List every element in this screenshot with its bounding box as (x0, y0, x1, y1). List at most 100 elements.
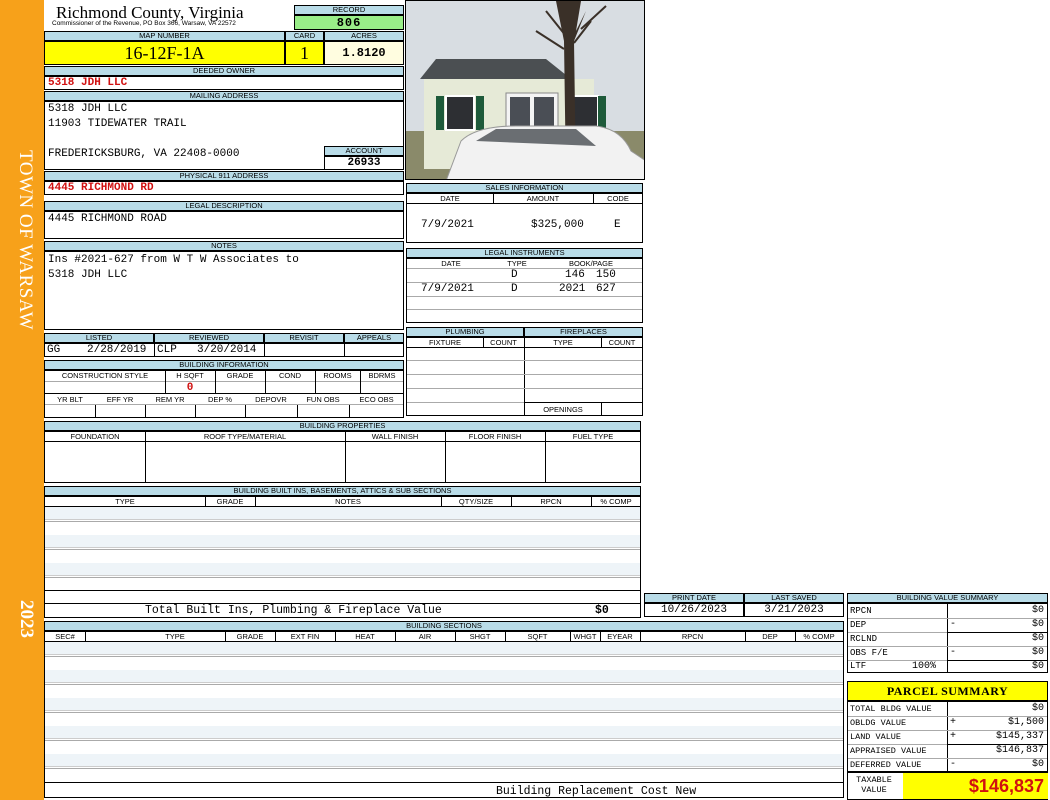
depovr-header: DEPOVR (255, 395, 287, 404)
ps-appraised-label: APPRAISED VALUE (850, 746, 927, 756)
sections-footer: Building Replacement Cost New (496, 785, 697, 798)
sec-sqft-header: SQFT (527, 632, 548, 641)
vs-obs-sign: - (950, 647, 957, 658)
plumbing-label: PLUMBING (406, 327, 524, 337)
sales-row-amount: $325,000 (531, 219, 584, 231)
ps-obldg-sign: + (950, 717, 957, 728)
sec-shgt-header: SHGT (469, 632, 491, 641)
ps-obldg-label: OBLDG VALUE (850, 718, 907, 728)
vs-rpcn-label: RPCN (850, 606, 872, 616)
parcel-summary-box: TOTAL BLDG VALUE OBLDG VALUE LAND VALUE … (847, 701, 1048, 772)
value-summary-box: RPCN DEP RCLND OBS F/E LTF 100% - - $0 $… (847, 603, 1048, 673)
sec-header: SEC# (55, 632, 75, 641)
vs-obs-value: $0 (1031, 647, 1044, 658)
deeded-owner-label: DEEDED OWNER (44, 66, 404, 76)
mailing-line-3: FREDERICKSBURG, VA 22408-0000 (48, 148, 240, 160)
ps-deferred-value: $0 (1031, 759, 1044, 770)
builtins-total-label: Total Built Ins, Plumbing & Fireplace Va… (145, 604, 442, 617)
vs-ltf-label: LTF (850, 661, 867, 671)
sec-eyear-header: EYEAR (607, 632, 633, 641)
building-sections-box: SEC# TYPE GRADE EXT FIN HEAT AIR SHGT SQ… (44, 631, 844, 798)
vs-obs-label: OBS F/E (850, 648, 888, 658)
vs-rpcn-value: $0 (1031, 605, 1044, 616)
review-row: GG 2/28/2019 CLP 3/20/2014 (44, 343, 404, 357)
mailing-line-1: 5318 JDH LLC (48, 103, 128, 115)
grade-header: GRADE (226, 371, 254, 380)
reviewed-by: CLP (157, 344, 177, 356)
instrument-row2-type: D (511, 283, 518, 295)
fixture-header: FIXTURE (428, 338, 462, 347)
taxable-value-box: TAXABLE VALUE $146,837 (847, 772, 1048, 800)
wall-finish-header: WALL FINISH (371, 432, 419, 441)
ps-deferred-sign: - (950, 759, 957, 770)
property-photo (405, 0, 645, 180)
appeals-label: APPEALS (344, 333, 404, 343)
taxable-label-line-1: TAXABLE (856, 775, 892, 785)
legal-instruments-box: DATE TYPE BOOK/PAGE D 146 150 7/9/2021 D… (406, 258, 643, 323)
instrument-row2-date: 7/9/2021 (421, 283, 474, 295)
builtins-qty-header: QTY/SIZE (458, 497, 494, 506)
builtins-total-value: $0 (595, 604, 609, 617)
account-label: ACCOUNT (324, 146, 404, 156)
builtins-box: TYPE GRADE NOTES QTY/SIZE RPCN % COMP To… (44, 496, 641, 618)
account-value: 26933 (324, 156, 404, 170)
listed-by: GG (47, 344, 61, 356)
parcel-summary-title: PARCEL SUMMARY (847, 681, 1048, 701)
physical-address-label: PHYSICAL 911 ADDRESS (44, 171, 404, 181)
listed-date: 2/28/2019 (87, 344, 147, 356)
plumbing-fireplaces-box: FIXTURE COUNT TYPE COUNT OPENINGS (406, 337, 643, 416)
instrument-row2-book: 2021 (559, 283, 586, 295)
rooms-header: ROOMS (323, 371, 352, 380)
sec-grade-header: GRADE (236, 632, 264, 641)
town-label: TOWN OF WARSAW (15, 150, 36, 331)
card-value: 1 (285, 41, 324, 65)
bdrms-header: BDRMS (368, 371, 396, 380)
sec-heat-header: HEAT (355, 632, 375, 641)
value-summary-label: BUILDING VALUE SUMMARY (847, 593, 1048, 603)
sec-air-header: AIR (418, 632, 432, 641)
sec-whgt-header: WHGT (573, 632, 597, 641)
fireplaces-label: FIREPLACES (524, 327, 643, 337)
fuel-type-header: FUEL TYPE (572, 432, 614, 441)
vs-ltf-value: $0 (1031, 661, 1044, 672)
map-number-value: 16-12F-1A (44, 41, 285, 65)
sec-rpcn-header: RPCN (681, 632, 704, 641)
map-number-label: MAP NUMBER (44, 31, 285, 41)
builtins-rpcn-header: RPCN (540, 497, 562, 506)
legal-instruments-label: LEGAL INSTRUMENTS (406, 248, 643, 258)
acres-label: ACRES (324, 31, 404, 41)
builtins-type-header: TYPE (115, 497, 135, 506)
ps-total-bldg-value: $0 (1031, 703, 1044, 714)
last-saved-value: 3/21/2023 (744, 603, 844, 617)
fireplace-type-header: TYPE (553, 338, 573, 347)
reviewed-date: 3/20/2014 (197, 344, 257, 356)
listed-label: LISTED (44, 333, 154, 343)
mailing-address-label: MAILING ADDRESS (44, 91, 404, 101)
instrument-date-header: DATE (441, 259, 461, 268)
vs-dep-sign: - (950, 619, 957, 630)
foundation-header: FOUNDATION (70, 432, 120, 441)
sales-row-date: 7/9/2021 (421, 219, 474, 231)
notes-line-2: 5318 JDH LLC (48, 269, 128, 281)
builtins-label: BUILDING BUILT INS, BASEMENTS, ATTICS & … (44, 486, 641, 496)
ps-obldg-value: $1,500 (1007, 717, 1044, 728)
physical-address-value: 4445 RICHMOND RD (44, 181, 404, 195)
notes-line-1: Ins #2021-627 from W T W Associates to (48, 254, 299, 266)
roof-header: ROOF TYPE/MATERIAL (203, 432, 287, 441)
taxable-value: $146,837 (903, 773, 1048, 799)
mailing-line-2: 11903 TIDEWATER TRAIL (48, 118, 187, 130)
plumbing-count-header: COUNT (490, 338, 517, 347)
construction-style-header: CONSTRUCTION STYLE (61, 371, 149, 380)
ps-land-sign: + (950, 731, 957, 742)
ps-appraised-value: $146,837 (995, 745, 1044, 756)
hsqft-header: H SQFT (176, 371, 204, 380)
vs-dep-label: DEP (850, 620, 867, 630)
dep-pct-header: DEP % (207, 395, 233, 404)
notes-label: NOTES (44, 241, 404, 251)
sales-code-header: CODE (607, 194, 629, 203)
reviewed-label: REVIEWED (154, 333, 264, 343)
sec-dep-header: DEP (762, 632, 778, 641)
yr-blt-header: YR BLT (57, 395, 83, 404)
building-information-box: CONSTRUCTION STYLE H SQFT GRADE COND ROO… (44, 370, 404, 418)
instrument-row1-page: 150 (596, 269, 616, 281)
